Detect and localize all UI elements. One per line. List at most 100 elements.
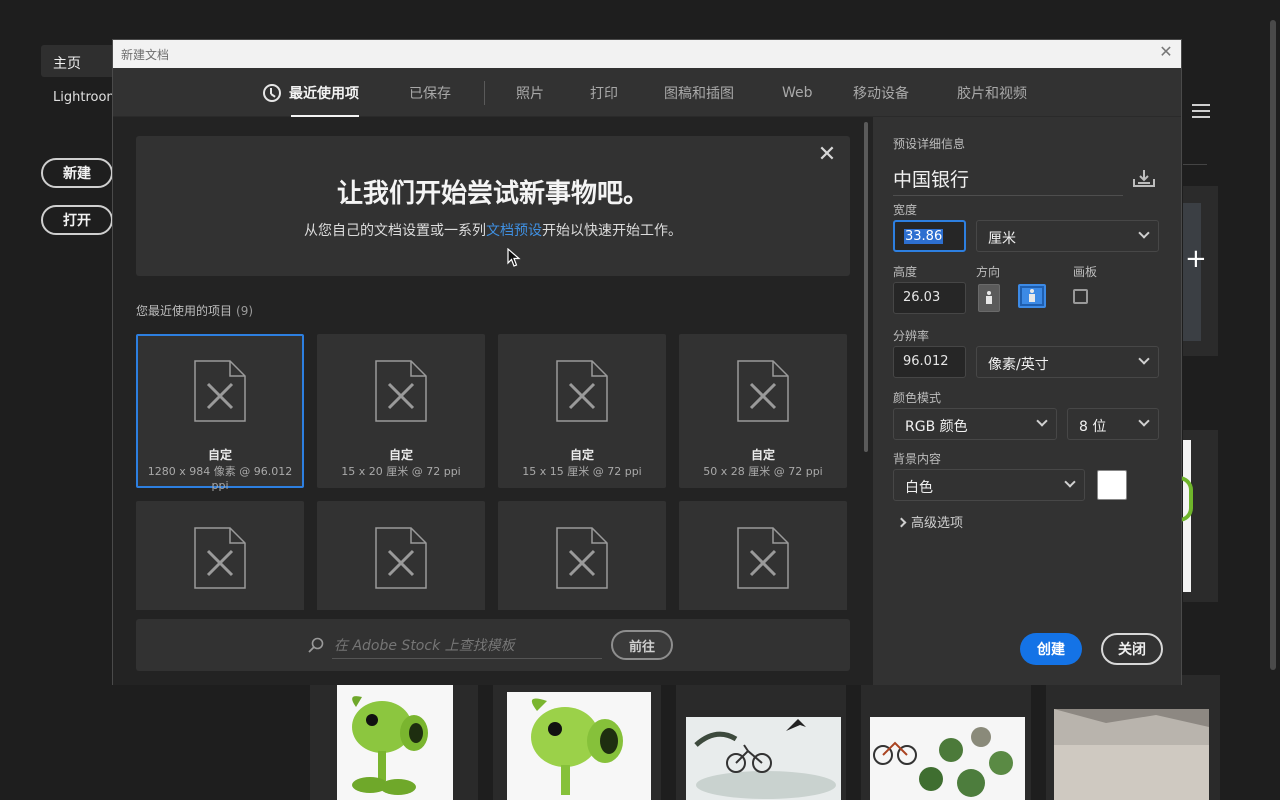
preset-size: 50 x 28 厘米 @ 72 ppi <box>703 465 823 478</box>
tab-art-illustration[interactable]: 图稿和插图 <box>664 68 734 117</box>
page-scrollbar[interactable] <box>1270 20 1276 670</box>
banner-subtitle: 从您自己的文档设置或一系列文档预设开始以快速开始工作。 <box>136 220 850 240</box>
stock-search-bar: 前往 <box>136 619 850 671</box>
background-select[interactable]: 白色 <box>893 469 1085 501</box>
tab-separator <box>484 81 485 105</box>
create-button[interactable]: 创建 <box>1020 633 1082 665</box>
presets-pane: 让我们开始尝试新事物吧。 从您自己的文档设置或一系列文档预设开始以快速开始工作。… <box>113 117 873 685</box>
chevron-down-icon <box>1138 415 1150 427</box>
tab-web[interactable]: Web <box>782 68 813 117</box>
preset-card[interactable] <box>136 501 304 610</box>
artboard-checkbox[interactable] <box>1073 289 1088 304</box>
recent-file-card[interactable] <box>1179 430 1218 602</box>
peashooter-image <box>507 692 651 800</box>
document-icon <box>556 527 608 589</box>
color-mode-value: RGB 颜色 <box>905 419 968 435</box>
close-icon[interactable]: ✕ <box>816 144 838 166</box>
height-label: 高度 <box>893 265 918 279</box>
nav-lightroom[interactable]: Lightroon <box>53 90 115 105</box>
document-icon <box>737 360 789 422</box>
chevron-down-icon <box>1064 476 1076 488</box>
artboard-label: 画板 <box>1073 265 1098 279</box>
recent-file-card[interactable] <box>676 675 846 800</box>
presets-scrollbar[interactable] <box>864 122 868 452</box>
recent-file-card[interactable] <box>493 675 661 800</box>
advanced-options-toggle[interactable]: 高级选项 <box>896 512 964 531</box>
portrait-icon <box>985 291 993 305</box>
new-button[interactable]: 新建 <box>41 158 113 188</box>
tab-saved[interactable]: 已保存 <box>409 68 451 117</box>
close-button[interactable]: 关闭 <box>1101 633 1163 665</box>
preset-name: 自定 <box>388 448 413 462</box>
preset-details-pane: 预设详细信息 中国银行 宽度 33.86 厘米 高度 方向 画板 26.03 分… <box>873 117 1181 685</box>
portrait-button[interactable] <box>978 284 1000 312</box>
height-value: 26.03 <box>903 290 941 305</box>
preset-card[interactable]: 自定 50 x 28 厘米 @ 72 ppi <box>679 334 847 488</box>
search-icon <box>308 637 324 653</box>
recent-file-card[interactable] <box>1046 675 1220 800</box>
clock-icon <box>263 83 281 102</box>
recent-items-grid: 自定 1280 x 984 像素 @ 96.012 ppi 自定 15 x 20… <box>136 334 850 610</box>
recent-file-card[interactable]: + <box>1183 186 1218 356</box>
go-button[interactable]: 前往 <box>611 630 673 660</box>
chevron-right-icon <box>896 517 907 528</box>
preset-card[interactable]: 自定 1280 x 984 像素 @ 96.012 ppi <box>136 334 304 492</box>
banner-text: 开始以快速开始工作。 <box>542 223 682 239</box>
list-view-icon[interactable] <box>1192 104 1210 120</box>
save-preset-icon[interactable] <box>1133 169 1155 187</box>
banner-title: 让我们开始尝试新事物吧。 <box>336 179 649 209</box>
tab-mobile[interactable]: 移动设备 <box>853 68 909 117</box>
recent-files-row <box>310 675 1220 800</box>
resolution-label: 分辨率 <box>893 329 930 343</box>
tab-film-video[interactable]: 胶片和视频 <box>957 68 1027 117</box>
mouse-cursor-icon <box>507 248 521 267</box>
peashooter-image <box>337 685 453 800</box>
resolution-input[interactable]: 96.012 <box>893 346 966 378</box>
stock-search-input[interactable] <box>332 633 602 659</box>
color-mode-select[interactable]: RGB 颜色 <box>893 408 1057 440</box>
bit-depth-select[interactable]: 8 位 <box>1067 408 1159 440</box>
recent-count: (9) <box>236 304 254 318</box>
resolution-unit-select[interactable]: 像素/英寸 <box>976 346 1159 378</box>
bicycle-plants-image <box>870 717 1025 800</box>
document-icon <box>737 527 789 589</box>
width-unit-select[interactable]: 厘米 <box>976 220 1159 252</box>
landscape-button[interactable] <box>1018 284 1046 308</box>
tab-photo[interactable]: 照片 <box>516 68 544 117</box>
preset-card[interactable] <box>317 501 485 610</box>
tab-label: 最近使用项 <box>289 85 359 102</box>
dialog-title: 新建文档 <box>121 48 170 62</box>
recent-file-card[interactable] <box>310 675 478 800</box>
height-input[interactable]: 26.03 <box>893 282 966 314</box>
document-presets-link[interactable]: 文档预设 <box>486 223 542 239</box>
close-icon[interactable]: ✕ <box>1157 43 1175 61</box>
chevron-down-icon <box>1036 415 1048 427</box>
nav-home[interactable]: 主页 <box>41 45 121 77</box>
open-button[interactable]: 打开 <box>41 205 113 235</box>
recent-label-text: 您最近使用的项目 <box>136 304 233 318</box>
width-input[interactable]: 33.86 <box>893 220 966 252</box>
preset-details-label: 预设详细信息 <box>893 137 966 151</box>
preset-name-field[interactable]: 中国银行 <box>893 165 1123 196</box>
tab-recent[interactable]: 最近使用项 <box>263 68 359 117</box>
chevron-down-icon <box>1138 227 1150 239</box>
document-icon <box>194 360 246 422</box>
document-icon <box>556 360 608 422</box>
background-label: 背景内容 <box>893 452 942 466</box>
preset-card[interactable]: 自定 15 x 15 厘米 @ 72 ppi <box>498 334 666 488</box>
background-color-swatch[interactable] <box>1097 470 1127 500</box>
tab-print[interactable]: 打印 <box>590 68 618 117</box>
document-icon <box>375 360 427 422</box>
document-icon <box>194 527 246 589</box>
preset-size: 1280 x 984 像素 @ 96.012 ppi <box>147 465 293 492</box>
preset-tabs: 最近使用项 已保存 照片 打印 图稿和插图 Web 移动设备 胶片和视频 <box>113 68 1181 117</box>
preset-card[interactable] <box>498 501 666 610</box>
preset-card[interactable]: 自定 15 x 20 厘米 @ 72 ppi <box>317 334 485 488</box>
desert-landscape-image <box>1054 709 1209 800</box>
recent-file-card[interactable] <box>861 675 1031 800</box>
preset-name: 自定 <box>569 448 594 462</box>
preset-card[interactable] <box>679 501 847 610</box>
document-icon <box>375 527 427 589</box>
resolution-value: 96.012 <box>903 354 949 369</box>
advanced-options-label: 高级选项 <box>911 516 964 531</box>
